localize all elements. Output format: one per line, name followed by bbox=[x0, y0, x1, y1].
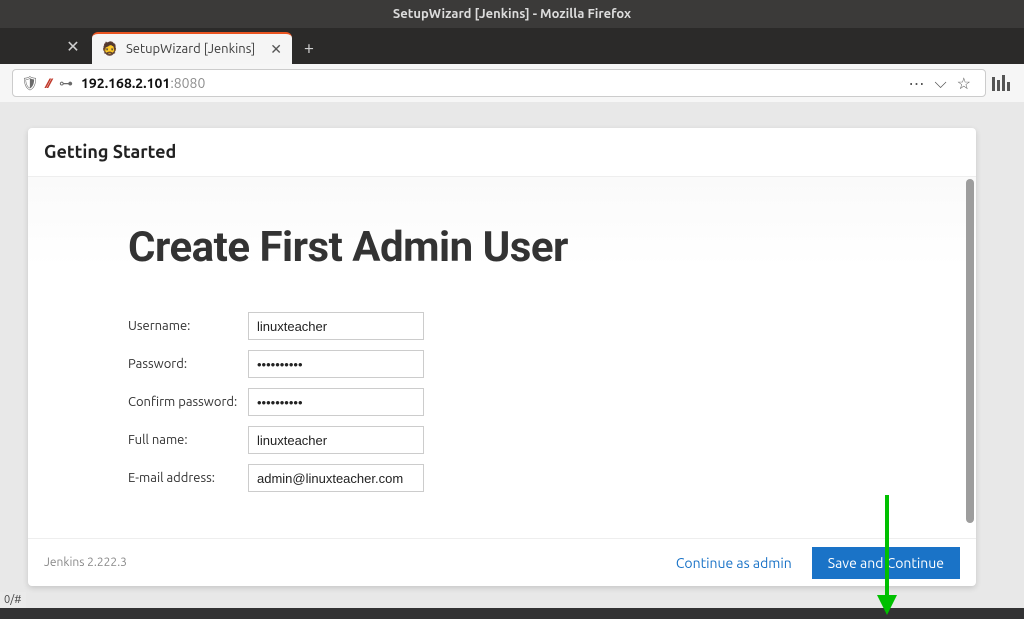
email-input[interactable] bbox=[248, 464, 424, 492]
card-header: Getting Started bbox=[28, 128, 976, 177]
scrollbar[interactable] bbox=[966, 179, 974, 523]
browser-address-bar: 🛡 ⁄⁄ ⊶ 192.168.2.101:8080 ⋯ ⌵ ☆ bbox=[0, 64, 1024, 102]
browser-tab-active[interactable]: 🧔 SetupWizard [Jenkins] ✕ bbox=[92, 32, 292, 64]
jenkins-favicon-icon: 🧔 bbox=[102, 41, 118, 57]
url-text: 192.168.2.101:8080 bbox=[81, 75, 205, 91]
username-input[interactable] bbox=[248, 312, 424, 340]
key-icon[interactable]: ⊶ bbox=[59, 75, 73, 92]
new-tab-button[interactable]: + bbox=[292, 32, 326, 64]
meatball-menu-icon[interactable]: ⋯ bbox=[909, 74, 925, 93]
password-input[interactable] bbox=[248, 350, 424, 378]
form-row-username: Username: bbox=[128, 312, 976, 340]
form-row-password: Password: bbox=[128, 350, 976, 378]
password-label: Password: bbox=[128, 357, 248, 371]
username-label: Username: bbox=[128, 319, 248, 333]
confirm-password-input[interactable] bbox=[248, 388, 424, 416]
card-footer: Jenkins 2.222.3 Continue as admin Save a… bbox=[28, 538, 976, 586]
library-icon[interactable] bbox=[992, 75, 1012, 91]
shield-icon[interactable]: 🛡 bbox=[21, 75, 39, 92]
url-input[interactable]: 🛡 ⁄⁄ ⊶ 192.168.2.101:8080 ⋯ ⌵ ☆ bbox=[12, 69, 986, 97]
setup-wizard-card: Getting Started Create First Admin User … bbox=[28, 128, 976, 586]
jenkins-version: Jenkins 2.222.3 bbox=[44, 556, 127, 569]
statusbar: 0/# bbox=[0, 592, 26, 608]
email-label: E-mail address: bbox=[128, 471, 248, 485]
form-row-email: E-mail address: bbox=[128, 464, 976, 492]
insecure-lock-icon[interactable]: ⁄⁄ bbox=[47, 75, 51, 91]
tab-title: SetupWizard [Jenkins] bbox=[126, 42, 262, 56]
fullname-label: Full name: bbox=[128, 433, 248, 447]
browser-tab-strip: ✕ 🧔 SetupWizard [Jenkins] ✕ + bbox=[0, 28, 1024, 64]
window-title: SetupWizard [Jenkins] - Mozilla Firefox bbox=[393, 7, 631, 21]
fullname-input[interactable] bbox=[248, 426, 424, 454]
save-and-continue-button[interactable]: Save and Continue bbox=[812, 547, 960, 579]
confirm-password-label: Confirm password: bbox=[128, 395, 248, 409]
status-text: 0/# bbox=[4, 594, 22, 606]
window-titlebar: SetupWizard [Jenkins] - Mozilla Firefox bbox=[0, 0, 1024, 28]
page-title: Create First Admin User bbox=[128, 223, 976, 272]
continue-as-admin-link[interactable]: Continue as admin bbox=[676, 555, 792, 571]
form-row-confirm: Confirm password: bbox=[128, 388, 976, 416]
url-port: :8080 bbox=[170, 75, 205, 91]
activity-close-icon[interactable]: ✕ bbox=[64, 37, 82, 55]
page-viewport: Getting Started Create First Admin User … bbox=[0, 102, 1024, 608]
form-row-fullname: Full name: bbox=[128, 426, 976, 454]
bookmark-star-icon[interactable]: ☆ bbox=[957, 74, 971, 93]
tab-close-icon[interactable]: ✕ bbox=[270, 41, 282, 58]
reader-mode-icon[interactable]: ⌵ bbox=[935, 74, 947, 93]
url-host: 192.168.2.101 bbox=[81, 75, 170, 91]
card-body: Create First Admin User Username: Passwo… bbox=[28, 177, 976, 538]
